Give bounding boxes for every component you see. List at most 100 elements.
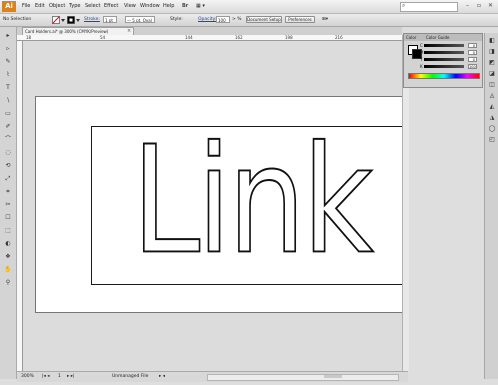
menu-view[interactable]: View (124, 3, 136, 9)
fill-none-icon[interactable] (52, 16, 66, 24)
tool-icon[interactable]: ▭ (3, 111, 13, 117)
tool-icon[interactable]: ✂ (3, 202, 13, 208)
selection-status: No Selection (3, 17, 32, 22)
opacity-field[interactable]: 100 (216, 16, 230, 23)
tool-icon[interactable]: ⤢ (3, 176, 13, 182)
panel-icon[interactable]: ◭ (488, 103, 496, 110)
search-icon: ⌕ (402, 2, 406, 9)
color-panel: Color Color Guide C 0 M 0 Y 0 K 100 (403, 33, 483, 88)
minimize-button[interactable]: – (466, 2, 469, 9)
document-tab[interactable]: Card Holders.ai* @ 300% (CMYK/Preview) × (22, 27, 134, 35)
status-bar: 300% |◂ ◂ 1 ▸ ▸| Unmanaged File ▸ ◂ (17, 371, 408, 382)
brush-definition-dropdown[interactable]: — 5 pt. Oval (125, 16, 155, 23)
tool-icon[interactable]: ◐ (3, 241, 13, 247)
horizontal-scroll-thumb[interactable] (324, 375, 342, 378)
magenta-slider[interactable] (424, 51, 464, 54)
tool-icon[interactable]: ☐ (3, 215, 13, 221)
panel-icon[interactable]: ◪ (488, 70, 496, 77)
tool-icon[interactable]: ✎ (3, 59, 13, 65)
tool-icon[interactable]: ✋ (3, 267, 13, 273)
channel-label-k: K (420, 64, 423, 69)
tool-icon[interactable]: ⌇ (3, 72, 13, 78)
tool-icon[interactable]: T (3, 85, 13, 91)
tool-icon[interactable]: ✐ (3, 124, 13, 130)
ruler-tick: 18 (26, 35, 32, 40)
tool-icon[interactable]: ▸ (3, 33, 13, 39)
tool-icon[interactable]: ⬚ (3, 228, 13, 234)
control-bar: No Selection Stroke: 1 pt — 5 pt. Oval S… (0, 14, 498, 27)
preferences-button[interactable]: Preferences (285, 16, 315, 23)
tool-icon[interactable]: ⌒ (3, 137, 13, 143)
menu-help[interactable]: Help (163, 3, 174, 9)
black-slider[interactable] (424, 65, 464, 68)
color-spectrum-bar[interactable] (408, 73, 480, 79)
canvas-area[interactable]: Link (23, 41, 402, 371)
stroke-link[interactable]: Stroke: (84, 17, 100, 22)
arrange-documents-button[interactable]: ▦ ▾ (196, 3, 205, 9)
close-window-button[interactable]: ✕ (488, 2, 493, 9)
status-mode-dropdown[interactable]: Unmanaged File (112, 374, 148, 379)
artboard-number-field[interactable]: 1 (58, 374, 61, 379)
panel-icon[interactable]: ◰ (488, 136, 496, 143)
menu-effect[interactable]: Effect (104, 3, 118, 9)
close-tab-icon[interactable]: × (127, 28, 131, 34)
panel-icon[interactable]: ◮ (488, 114, 496, 121)
style-label: Style: (170, 17, 183, 22)
help-search-input[interactable] (400, 2, 458, 12)
next-page-icon[interactable]: ▸ ▸| (67, 374, 74, 379)
tool-icon[interactable]: ⚲ (3, 280, 13, 286)
channel-label-y: Y (420, 57, 423, 62)
menu-file[interactable]: File (22, 3, 30, 9)
cyan-value[interactable]: 0 (468, 43, 477, 48)
status-arrow-icon[interactable]: ▸ ◂ (159, 374, 165, 379)
tools-panel: ▸ ▹ ✎ ⌇ T ∖ ▭ ✐ ⌒ ◌ ⟲ ⤢ ⌗ ✂ ☐ ⬚ ◐ ❖ ✋ ⚲ (0, 27, 17, 379)
panel-icon[interactable]: ◬ (488, 92, 496, 99)
text-outline-frame[interactable]: Link (91, 126, 402, 285)
menu-object[interactable]: Object (49, 3, 65, 9)
ruler-tick: 144 (185, 35, 193, 40)
yellow-slider[interactable] (424, 58, 464, 61)
horizontal-scrollbar[interactable] (207, 374, 399, 381)
zoom-level-field[interactable]: 300% (21, 374, 34, 379)
tab-color[interactable]: Color (406, 35, 416, 40)
tool-icon[interactable]: ∖ (3, 98, 13, 104)
stroke-weight-field[interactable]: 1 pt (103, 16, 117, 23)
cyan-slider[interactable] (424, 44, 464, 47)
artboard[interactable]: Link (35, 96, 402, 313)
ruler-tick: 54 (100, 35, 106, 40)
panel-icon[interactable]: ◧ (488, 37, 496, 44)
tool-icon[interactable]: ⟲ (3, 163, 13, 169)
panel-icon[interactable]: ◩ (488, 59, 496, 66)
stroke-color-icon[interactable] (67, 16, 81, 24)
opacity-link[interactable]: Opacity: (198, 17, 217, 22)
document-setup-button[interactable]: Document Setup (246, 16, 282, 23)
first-page-icon[interactable]: |◂ ◂ (42, 374, 49, 379)
maximize-button[interactable]: ▫ (477, 2, 481, 9)
magenta-value[interactable]: 0 (468, 50, 477, 55)
tool-icon[interactable]: ◌ (3, 150, 13, 156)
outlined-text-link[interactable]: Link (92, 127, 402, 284)
panel-icon[interactable]: ◨ (488, 48, 496, 55)
tool-icon[interactable]: ▹ (3, 46, 13, 52)
opacity-unit: > % (232, 17, 242, 22)
panel-icon[interactable]: ◫ (488, 81, 496, 88)
document-tab-label: Card Holders.ai* @ 300% (CMYK/Preview) (25, 29, 109, 34)
yellow-value[interactable]: 0 (468, 57, 477, 62)
menu-select[interactable]: Select (85, 3, 100, 9)
menu-window[interactable]: Window (140, 3, 160, 9)
arrange-icon[interactable]: ⊞▾ (322, 17, 328, 22)
tool-icon[interactable]: ⌗ (3, 189, 13, 195)
ruler-tick: 198 (285, 35, 293, 40)
channel-label-m: M (420, 50, 424, 55)
panel-icon[interactable]: ◯ (488, 125, 496, 132)
bridge-button[interactable]: Br (182, 3, 188, 9)
menu-type[interactable]: Type (69, 3, 80, 9)
ruler-tick: 162 (235, 35, 243, 40)
black-value[interactable]: 100 (468, 64, 477, 69)
tool-icon[interactable]: ❖ (3, 254, 13, 260)
link-text[interactable]: Link (131, 127, 379, 284)
tab-color-guide[interactable]: Color Guide (426, 35, 449, 40)
ruler-tick: 216 (335, 35, 343, 40)
color-panel-tabs: Color Color Guide (404, 34, 482, 41)
menu-edit[interactable]: Edit (35, 3, 45, 9)
